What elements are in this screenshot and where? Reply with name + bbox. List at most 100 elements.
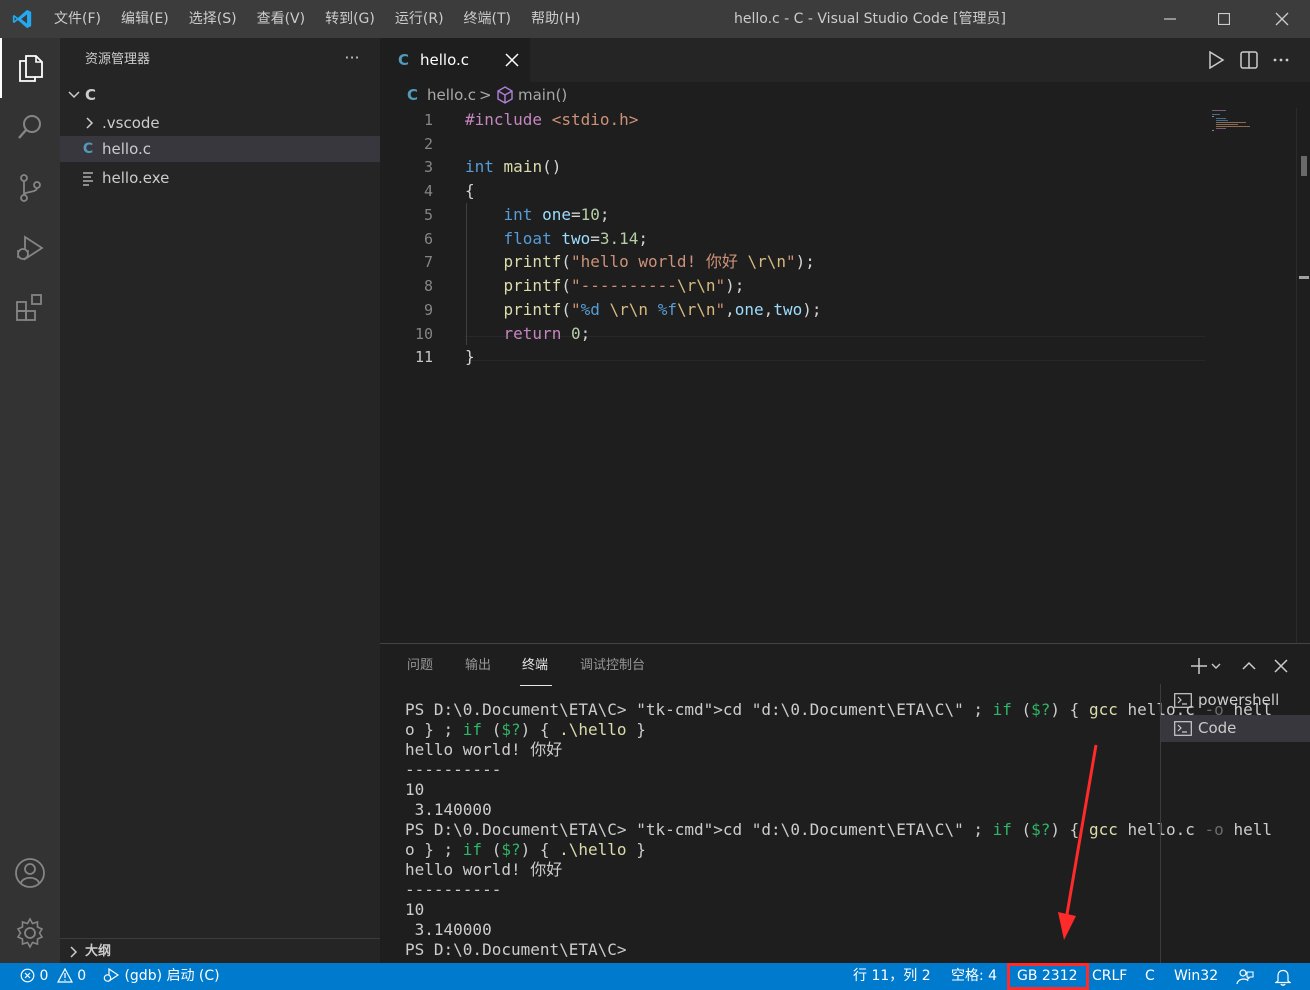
folder-c[interactable]: C xyxy=(60,82,380,108)
line-number: 2 xyxy=(423,135,433,153)
menu-file[interactable]: 文件(F) xyxy=(44,0,111,38)
terminal-icon xyxy=(1174,721,1192,736)
code-line: } xyxy=(465,347,475,366)
chevron-up-icon xyxy=(1242,661,1256,670)
scroll-marker xyxy=(1299,276,1309,279)
outline-label: 大纲 xyxy=(85,944,112,959)
notifications-button[interactable] xyxy=(1274,968,1292,986)
feedback-button[interactable] xyxy=(1236,968,1254,986)
terminal-line: hello world! 你好 xyxy=(405,860,563,879)
split-editor-button[interactable] xyxy=(1237,48,1261,72)
code-line: printf("%d \r\n %f\r\n",one,two); xyxy=(503,300,822,319)
tree-item-label: .vscode xyxy=(102,114,160,132)
terminal-line: o } ; if ($?) { .\hello } xyxy=(405,720,646,739)
menu-terminal[interactable]: 终端(T) xyxy=(454,0,521,38)
editor-scrollbar[interactable] xyxy=(1296,108,1310,643)
play-icon xyxy=(1209,51,1225,69)
tab-debug-console[interactable]: 调试控制台 xyxy=(580,644,645,688)
breadcrumb-symbol[interactable]: main() xyxy=(518,82,567,108)
activity-search[interactable] xyxy=(0,98,60,158)
status-bar: 0 0 (gdb) 启动 (C) 行 11，列 2 空格: 4 GB 2312 … xyxy=(0,963,1310,990)
breadcrumb-file[interactable]: hello.c xyxy=(427,82,476,108)
sidebar-title: 资源管理器 xyxy=(85,52,151,67)
activity-explorer[interactable] xyxy=(0,38,60,98)
line-number: 7 xyxy=(423,253,433,271)
tree-item-label: hello.exe xyxy=(102,169,170,187)
maximize-button[interactable] xyxy=(1196,0,1252,38)
tree-item-hello-exe[interactable]: hello.exe xyxy=(60,165,380,191)
run-debug-icon xyxy=(17,235,44,261)
run-code-button[interactable] xyxy=(1204,48,1228,72)
activity-run-debug[interactable] xyxy=(0,218,60,278)
activity-bar xyxy=(0,38,60,963)
tree-item-vscode[interactable]: .vscode xyxy=(60,110,380,136)
terminal-line: 3.140000 xyxy=(405,920,492,939)
tree-item-label: hello.c xyxy=(102,140,151,158)
annotation-arrow xyxy=(1058,744,1098,940)
tab-hello-c[interactable]: C hello.c xyxy=(380,38,530,82)
terminal-line: o } ; if ($?) { .\hello } xyxy=(405,840,646,859)
c-file-icon: C xyxy=(82,141,94,157)
extensions-icon xyxy=(16,294,42,321)
indent-guide xyxy=(466,203,467,345)
tab-terminal[interactable]: 终端 xyxy=(522,644,548,688)
language-mode[interactable]: C xyxy=(1145,963,1155,990)
line-number: 11 xyxy=(414,348,433,366)
close-panel-button[interactable] xyxy=(1270,655,1292,677)
cursor-position[interactable]: 行 11，列 2 xyxy=(853,963,931,990)
more-actions-button[interactable]: ··· xyxy=(340,46,364,70)
close-window-button[interactable] xyxy=(1254,0,1310,38)
debug-icon xyxy=(103,967,120,983)
activity-accounts[interactable] xyxy=(0,843,60,903)
menu-selection[interactable]: 选择(S) xyxy=(179,0,247,38)
line-number: 1 xyxy=(423,111,433,129)
new-terminal-button[interactable] xyxy=(1188,655,1210,677)
c-config-status[interactable]: Win32 xyxy=(1174,963,1218,990)
chevron-down-icon xyxy=(1211,663,1221,669)
tab-output[interactable]: 输出 xyxy=(465,644,491,688)
close-icon[interactable] xyxy=(502,50,522,70)
outline-section[interactable]: 大纲 xyxy=(60,938,380,963)
eol-status[interactable]: CRLF xyxy=(1092,963,1127,990)
menu-go[interactable]: 转到(G) xyxy=(315,0,385,38)
minimap[interactable] xyxy=(1210,108,1290,138)
indentation-status[interactable]: 空格: 4 xyxy=(951,963,997,990)
menu-edit[interactable]: 编辑(E) xyxy=(111,0,179,38)
activity-extensions[interactable] xyxy=(0,278,60,338)
maximize-icon xyxy=(1218,13,1230,25)
file-lines-icon xyxy=(83,172,93,186)
method-cube-icon xyxy=(497,86,513,104)
terminal-item-code[interactable]: Code xyxy=(1161,715,1310,742)
terminal-item-powershell[interactable]: powershell xyxy=(1161,687,1310,714)
minimize-button[interactable] xyxy=(1142,0,1198,38)
editor-more-button[interactable] xyxy=(1269,48,1293,72)
activity-source-control[interactable] xyxy=(0,158,60,218)
code-editor[interactable]: 1 2 3 4 5 6 7 8 9 10 11 #include <stdio.… xyxy=(380,108,1310,643)
maximize-panel-button[interactable] xyxy=(1238,655,1260,677)
chevron-right-icon xyxy=(86,117,94,129)
tree-item-hello-c[interactable]: C hello.c xyxy=(60,136,380,162)
c-file-icon: C xyxy=(398,51,410,69)
code-line: float two=3.14; xyxy=(503,229,649,248)
warning-count: 0 xyxy=(77,968,87,984)
menu-help[interactable]: 帮助(H) xyxy=(521,0,590,38)
terminal-icon xyxy=(1174,693,1192,708)
debug-launch-status[interactable]: (gdb) 启动 (C) xyxy=(102,963,220,990)
scroll-thumb[interactable] xyxy=(1301,156,1307,176)
tab-problems[interactable]: 问题 xyxy=(407,644,433,688)
terminal-line: ---------- xyxy=(405,760,502,779)
explorer-sidebar: 资源管理器 ··· C .vscode C hello.c hello.exe … xyxy=(60,38,380,963)
feedback-icon xyxy=(1236,969,1254,985)
activity-manage[interactable] xyxy=(0,903,60,963)
terminal-list: powershell Code xyxy=(1160,684,1310,964)
bell-icon xyxy=(1274,969,1292,986)
terminal-dropdown-button[interactable] xyxy=(1208,655,1224,677)
line-number: 5 xyxy=(423,206,433,224)
problems-status[interactable]: 0 0 xyxy=(20,963,86,990)
menu-run[interactable]: 运行(R) xyxy=(385,0,454,38)
code-line: printf("hello world! 你好 \r\n"); xyxy=(503,252,815,271)
line-number: 8 xyxy=(423,277,433,295)
code-line: int main() xyxy=(465,157,562,176)
folder-label: C xyxy=(85,86,97,104)
menu-view[interactable]: 查看(V) xyxy=(247,0,316,38)
